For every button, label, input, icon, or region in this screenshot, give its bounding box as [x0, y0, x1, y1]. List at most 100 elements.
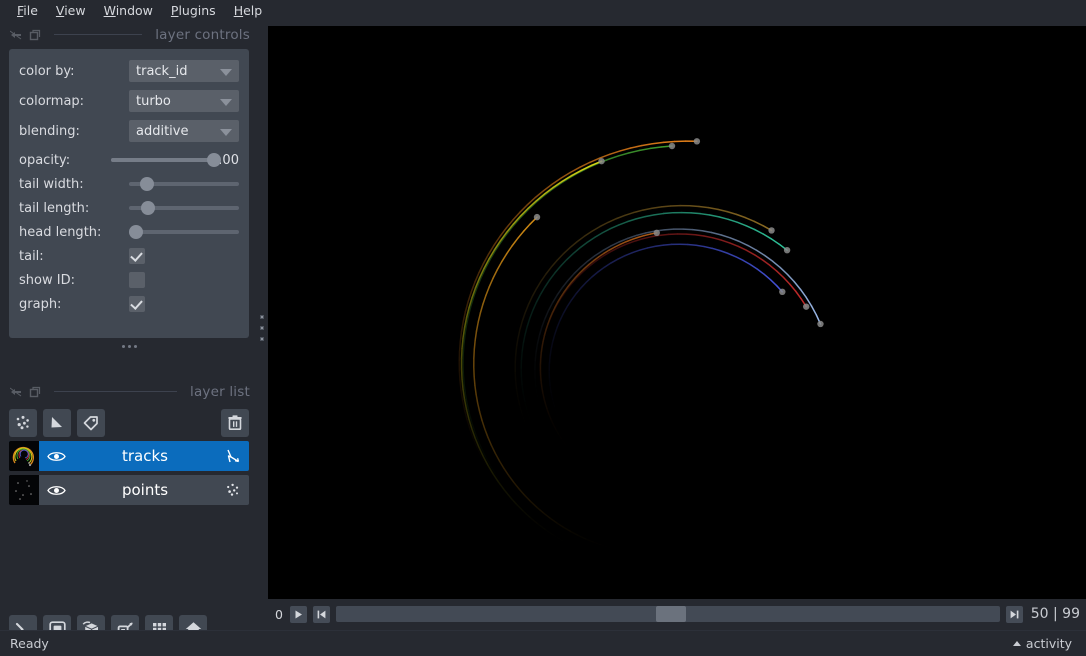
layer-visibility-toggle-tracks[interactable] [39, 450, 73, 463]
layer-controls-title: layer controls [155, 27, 250, 43]
viewer-canvas[interactable] [268, 26, 1086, 599]
head-length-groove [129, 230, 239, 234]
show-id-checkbox[interactable] [129, 272, 145, 288]
new-points-button[interactable] [9, 409, 37, 437]
splitter-grip [260, 315, 264, 341]
status-bar: Ready activity [0, 630, 1086, 656]
head-length-row: head length: [19, 220, 239, 244]
color-by-select[interactable]: track_id [129, 60, 239, 82]
layer-type-icon-points [217, 482, 249, 498]
head-length-handle[interactable] [129, 225, 143, 239]
layer-name-points: points [73, 481, 217, 499]
activity-label: activity [1026, 636, 1072, 651]
chevron-down-icon [220, 69, 232, 76]
blending-select[interactable]: additive [129, 120, 239, 142]
tail-width-handle[interactable] [140, 177, 154, 191]
labels-icon [82, 414, 100, 432]
dims-slider-bar: 0 50 | 99 [268, 601, 1086, 627]
color-by-value: track_id [136, 64, 187, 79]
shapes-icon [48, 414, 66, 432]
status-message: Ready [10, 636, 49, 651]
activity-button[interactable]: activity [1013, 636, 1072, 651]
opacity-label: opacity: [19, 153, 111, 168]
panel-splitter[interactable] [256, 23, 268, 632]
dims-slider[interactable] [336, 606, 1000, 622]
opacity-fill [111, 158, 214, 162]
tail-width-label: tail width: [19, 177, 129, 192]
blending-label: blending: [19, 124, 129, 139]
delete-layer-button[interactable] [221, 409, 249, 437]
opacity-slider[interactable] [111, 149, 203, 171]
tail-length-row: tail length: [19, 196, 239, 220]
layer-list-header: layer list [0, 380, 258, 403]
colormap-label: colormap: [19, 94, 129, 109]
blending-row: blending: additive [19, 118, 239, 144]
points-icon [225, 482, 241, 498]
layer-thumbnail-tracks [9, 441, 39, 471]
menu-item-help[interactable]: Help [226, 2, 271, 21]
menu-item-file[interactable]: File [9, 2, 46, 21]
blending-value: additive [136, 124, 188, 139]
layer-visibility-toggle-points[interactable] [39, 484, 73, 497]
head-length-slider[interactable] [129, 221, 239, 243]
layer-list-toolbar [0, 403, 258, 437]
header-rule [54, 34, 142, 35]
tracks-icon [225, 448, 242, 465]
dims-slider-handle[interactable] [656, 606, 686, 622]
float-dock-icon[interactable] [10, 29, 22, 41]
color-by-label: color by: [19, 64, 129, 79]
new-shapes-button[interactable] [43, 409, 71, 437]
color-by-row: color by: track_id [19, 58, 239, 84]
close-dock-icon[interactable] [29, 29, 41, 41]
colormap-row: colormap: turbo [19, 88, 239, 114]
layer-controls-header: layer controls [0, 23, 258, 46]
chevron-down-icon [220, 99, 232, 106]
graph-row: graph: [19, 292, 239, 316]
dims-axis-label: 0 [274, 607, 284, 622]
float-dock-icon[interactable] [10, 386, 22, 398]
layer-list-title: layer list [190, 384, 250, 400]
tail-checkbox[interactable] [129, 248, 145, 264]
new-labels-button[interactable] [77, 409, 105, 437]
layer-name-tracks: tracks [73, 447, 217, 465]
play-button[interactable] [290, 606, 307, 623]
left-dock: layer controls color by: track_id colorm… [0, 23, 258, 632]
step-forward-icon [1009, 609, 1020, 620]
graph-checkbox[interactable] [129, 296, 145, 312]
menu-item-view[interactable]: View [48, 2, 94, 21]
menu-item-plugins[interactable]: Plugins [163, 2, 224, 21]
tail-length-slider[interactable] [129, 197, 239, 219]
layer-controls-panel: color by: track_id colormap: turbo blend… [9, 49, 249, 338]
header-rule [54, 391, 177, 392]
colormap-value: turbo [136, 94, 171, 109]
menu-bar: File View Window Plugins Help [0, 0, 1086, 23]
tail-length-handle[interactable] [141, 201, 155, 215]
graph-label: graph: [19, 297, 129, 312]
step-back-icon [316, 609, 327, 620]
colormap-select[interactable]: turbo [129, 90, 239, 112]
chevron-up-icon [1013, 641, 1021, 646]
chevron-down-icon [220, 129, 232, 136]
tail-width-slider[interactable] [129, 173, 239, 195]
step-forward-button[interactable] [1006, 606, 1023, 623]
points-icon [14, 414, 32, 432]
layer-row-points[interactable]: points [9, 475, 249, 505]
head-length-label: head length: [19, 225, 129, 240]
layer-thumbnail-points [9, 475, 39, 505]
eye-icon [47, 484, 66, 497]
napari-viewer-window: File View Window Plugins Help layer cont… [0, 0, 1086, 656]
tracks-rendering [268, 26, 1086, 599]
opacity-handle[interactable] [207, 153, 221, 167]
layer-row-tracks[interactable]: tracks [9, 441, 249, 471]
menu-item-window[interactable]: Window [96, 2, 161, 21]
play-icon [293, 609, 304, 620]
tail-row: tail: [19, 244, 239, 268]
layer-list-dock: layer list [0, 380, 258, 505]
opacity-row: opacity: 1.00 [19, 148, 239, 172]
tail-length-label: tail length: [19, 201, 129, 216]
tail-label: tail: [19, 249, 129, 264]
panel-resize-handle[interactable] [117, 341, 141, 351]
close-dock-icon[interactable] [29, 386, 41, 398]
step-back-button[interactable] [313, 606, 330, 623]
eye-icon [47, 450, 66, 463]
